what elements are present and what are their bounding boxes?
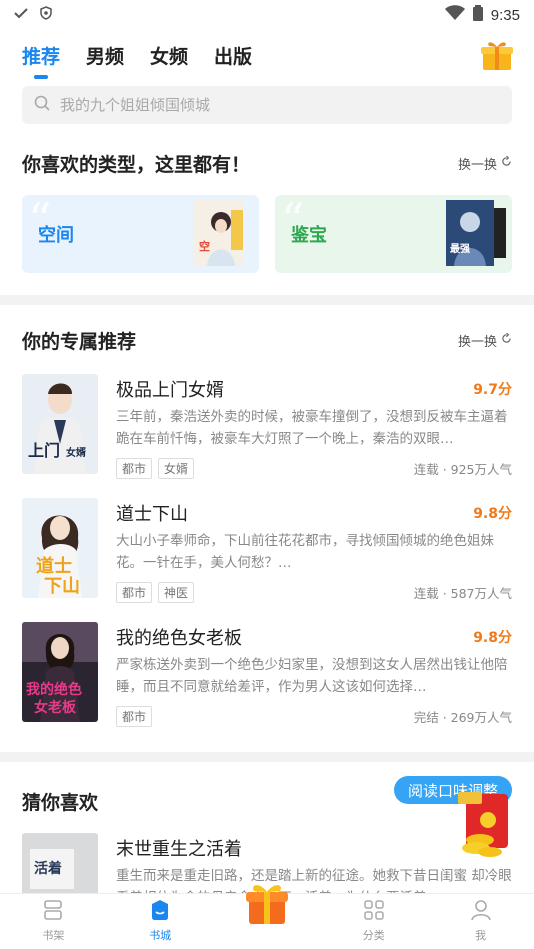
refresh-icon: [501, 332, 512, 348]
book-info: 极品上门女婿 9.7分 三年前，秦浩送外卖的时候，被豪车撞倒了，没想到反被车主逼…: [116, 374, 512, 479]
nav-label: 书架: [42, 929, 65, 942]
genre-refresh-button[interactable]: 换一换: [458, 154, 512, 173]
svg-text:空: 空: [199, 239, 210, 253]
recommend-refresh-label: 换一换: [457, 335, 497, 350]
genre-refresh-label: 换一换: [457, 158, 497, 173]
genre-card-treasure[interactable]: “ 鉴宝 最强: [275, 195, 512, 273]
book-info: 我的绝色女老板 9.8分 严家栋送外卖到一个绝色少妇家里，没想到这女人居然出钱让…: [116, 622, 512, 727]
recommend-section-header: 你的专属推荐 换一换: [0, 327, 534, 354]
book-description: 三年前，秦浩送外卖的时候，被豪车撞倒了，没想到反被车主逼着跪在车前忏悔，被豪车大…: [116, 409, 508, 447]
genre-cover-image: 空: [193, 200, 243, 266]
book-description: 严家栋送外卖到一个绝色少妇家里，没想到这女人居然出钱让他陪睡，而且不同意就给差评…: [116, 657, 508, 695]
book-score: 9.8分: [473, 506, 512, 522]
nav-label: 我: [475, 929, 487, 942]
svg-text:女老板: 女老板: [34, 699, 77, 716]
user-icon: [470, 899, 492, 927]
recommend-section-title: 你的专属推荐: [22, 331, 137, 353]
svg-text:下山: 下山: [44, 576, 80, 597]
check-icon: [14, 7, 28, 23]
bookshelf-icon: [42, 899, 64, 927]
bookstore-icon: [149, 899, 171, 927]
refresh-icon: [501, 155, 512, 171]
genre-cover-image: 最强: [446, 200, 506, 266]
book-score: 9.8分: [473, 630, 512, 646]
book-cover: 道士 下山: [22, 498, 98, 598]
gift-box-icon[interactable]: [480, 38, 514, 72]
svg-text:最强: 最强: [450, 243, 470, 255]
book-stat: 完结 · 269万人气: [413, 710, 512, 725]
tab-female[interactable]: 女频: [150, 42, 188, 69]
tab-recommend[interactable]: 推荐: [22, 42, 60, 79]
section-divider: [0, 295, 534, 305]
category-tabs: 推荐 男频 女频 出版: [0, 30, 534, 80]
book-tag[interactable]: 都市: [116, 458, 153, 479]
recommend-refresh-button[interactable]: 换一换: [458, 331, 512, 350]
nav-label: 分类: [362, 929, 385, 942]
status-bar: 9:35: [0, 0, 534, 30]
book-stat: 连载 · 925万人气: [413, 462, 512, 477]
genre-section-header: 你喜欢的类型，这里都有！ 换一换: [0, 150, 534, 177]
book-title: 我的绝色女老板: [116, 628, 242, 649]
book-meta: 都市 完结 · 269万人气: [116, 706, 512, 727]
genre-label: 鉴宝: [291, 225, 327, 246]
book-tag[interactable]: 神医: [158, 582, 195, 603]
book-item[interactable]: 道士 下山 道士下山 9.8分 大山小子奉师命，下山前往花花都市，寻找倾国倾城的…: [0, 498, 534, 603]
nav-gift[interactable]: [214, 885, 321, 949]
svg-text:道士: 道士: [36, 555, 72, 577]
book-score: 9.7分: [473, 382, 512, 398]
search-input[interactable]: [60, 96, 480, 114]
genre-card-space[interactable]: “ 空间 空: [22, 195, 259, 273]
app-root: 9:35 推荐 男频 女频 出版 你喜欢的类型，这里都有！ 换一换: [0, 0, 534, 949]
svg-text:女婿: 女婿: [66, 446, 87, 459]
bottom-nav: 书架 书城 分类 我: [0, 885, 534, 949]
shield-icon: [40, 6, 52, 24]
svg-text:上门: 上门: [28, 441, 60, 460]
status-time: 9:35: [490, 6, 520, 24]
gift-box-icon: [244, 880, 290, 926]
book-meta: 都市 女婿 连载 · 925万人气: [116, 458, 512, 479]
book-title: 极品上门女婿: [116, 380, 224, 401]
book-cover: 我的绝色 女老板: [22, 622, 98, 722]
search-icon: [34, 95, 50, 115]
svg-text:活着: 活着: [34, 860, 62, 877]
book-tag[interactable]: 都市: [116, 706, 153, 727]
tab-male[interactable]: 男频: [86, 42, 124, 69]
book-title: 道士下山: [116, 504, 188, 525]
genre-section-title: 你喜欢的类型，这里都有！: [22, 154, 251, 176]
nav-bookstore[interactable]: 书城: [107, 894, 214, 949]
nav-bookshelf[interactable]: 书架: [0, 894, 107, 949]
book-tag[interactable]: 都市: [116, 582, 153, 603]
tab-publish[interactable]: 出版: [214, 42, 252, 69]
book-description: 大山小子奉师命，下山前往花花都市，寻找倾国倾城的绝色姐妹花。一针在手，美人何愁？…: [116, 533, 494, 571]
nav-profile[interactable]: 我: [427, 894, 534, 949]
nav-label: 书城: [149, 929, 172, 942]
genre-label: 空间: [38, 225, 74, 246]
svg-text:我的绝色: 我的绝色: [26, 681, 82, 698]
book-item[interactable]: 上门 女婿 极品上门女婿 9.7分 三年前，秦浩送外卖的时候，被豪车撞倒了，没想…: [0, 374, 534, 479]
wifi-icon: [444, 5, 465, 25]
category-grid-icon: [363, 899, 385, 927]
book-item[interactable]: 我的绝色 女老板 我的绝色女老板 9.8分 严家栋送外卖到一个绝色少妇家里，没想…: [0, 622, 534, 727]
book-cover: 上门 女婿: [22, 374, 98, 474]
book-info: 道士下山 9.8分 大山小子奉师命，下山前往花花都市，寻找倾国倾城的绝色姐妹花。…: [116, 498, 512, 603]
book-title: 末世重生之活着: [116, 839, 242, 860]
book-tag[interactable]: 女婿: [158, 458, 195, 479]
search-bar[interactable]: [22, 86, 512, 124]
section-divider: [0, 752, 534, 762]
genre-cards: “ 空间 空 “ 鉴宝 最强: [0, 195, 534, 273]
red-packet-icon[interactable]: [456, 790, 512, 860]
guess-section-title: 猜你喜欢: [22, 792, 99, 814]
book-meta: 都市 神医 连载 · 587万人气: [116, 582, 512, 603]
nav-category[interactable]: 分类: [320, 894, 427, 949]
book-stat: 连载 · 587万人气: [413, 586, 512, 601]
battery-icon: [472, 5, 483, 25]
